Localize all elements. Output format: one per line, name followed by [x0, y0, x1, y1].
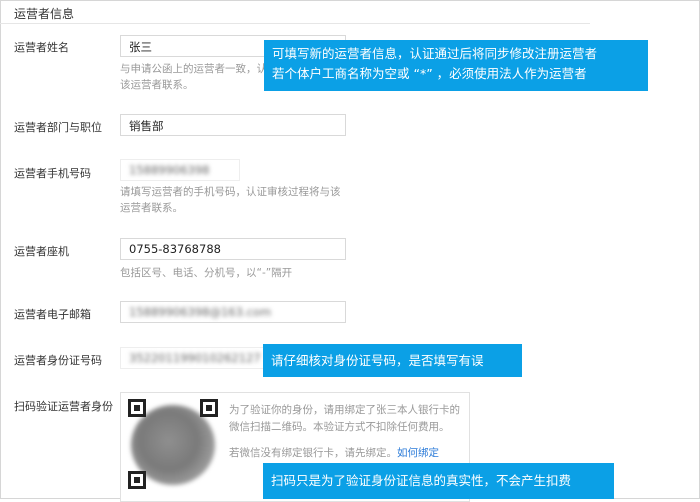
- operator-landline-hint: 包括区号、电话、分机号，以“-”隔开: [120, 267, 293, 279]
- operator-dept-input[interactable]: 销售部: [120, 114, 346, 136]
- operator-email-input[interactable]: 15889906398@163.com: [120, 301, 346, 323]
- operator-phone-label: 运营者手机号码: [14, 167, 91, 180]
- info-callout-top: 可填写新的运营者信息，认证通过后将同步修改注册运营者 若个体户工商名称为空或 “…: [264, 40, 648, 91]
- section-divider: [0, 23, 590, 24]
- scan-verify-label: 扫码验证运营者身份: [14, 400, 113, 413]
- qr-code: [128, 399, 218, 489]
- operator-email-label: 运营者电子邮箱: [14, 308, 91, 321]
- operator-idcard-label: 运营者身份证号码: [14, 354, 102, 367]
- operator-landline-label: 运营者座机: [14, 245, 69, 258]
- operator-name-hint: 与申请公函上的运营者一致，认 该运营者联系。: [120, 63, 267, 91]
- operator-dept-label: 运营者部门与职位: [14, 121, 102, 134]
- idcard-callout: 请仔细核对身份证号码，是否填写有误: [263, 344, 522, 377]
- operator-phone-hint: 请填写运营者的手机号码，认证审核过程将与该 运营者联系。: [120, 186, 341, 214]
- operator-idcard-input[interactable]: 352201199010262127: [120, 347, 270, 369]
- how-to-bind-link[interactable]: 如何绑定: [397, 447, 439, 459]
- scan-instructions: 为了验证你的身份，请用绑定了张三本人银行卡的 微信扫描二维码。本验证方式不扣除任…: [229, 404, 460, 433]
- scan-callout: 扫码只是为了验证身份证信息的真实性，不会产生扣费: [263, 463, 614, 499]
- operator-landline-input[interactable]: 0755-83768788: [120, 238, 346, 260]
- operator-phone-input[interactable]: 15889906398: [120, 159, 240, 181]
- operator-name-label: 运营者姓名: [14, 41, 69, 54]
- section-title: 运营者信息: [14, 7, 75, 21]
- bind-card-tip: 若微信没有绑定银行卡，请先绑定。如何绑定: [229, 447, 439, 459]
